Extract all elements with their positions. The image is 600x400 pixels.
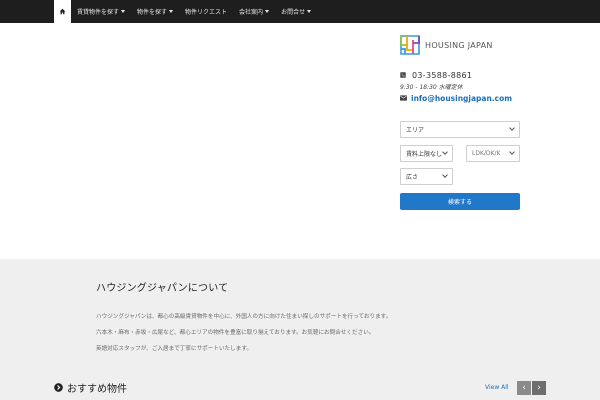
about-line: 英語対応スタッフが、ご入居まで丁寧にサポートいたします。: [96, 346, 252, 352]
caret-down-icon: [121, 10, 126, 13]
nav-menu: 賃貸物件を探す 物件を探す 物件リクエスト 会社案内 お問合せ: [71, 0, 317, 23]
chevron-circle-right-icon: [54, 383, 63, 392]
chevron-down-icon: [509, 149, 515, 155]
nav-item-label: 物件を探す: [137, 9, 168, 16]
chevron-down-icon: [442, 172, 448, 178]
chevron-down-icon: [509, 125, 515, 131]
logo-text: HOUSING JAPAN: [425, 40, 493, 50]
caret-down-icon: [307, 10, 312, 13]
carousel-next-button[interactable]: ›: [532, 381, 546, 395]
featured-title: おすすめ物件: [67, 384, 127, 395]
area-select-value: エリア: [406, 127, 425, 134]
nav-item-rent[interactable]: 賃貸物件を探す: [71, 0, 131, 23]
about-title: ハウジングジャパンについて: [96, 283, 229, 294]
phone-icon: [400, 72, 406, 78]
about-section: ハウジングジャパンについて ハウジングジャパンは、都心の高級賃貸物件を中心に、外…: [0, 259, 600, 400]
about-body: ハウジングジャパンは、都心の高級賃貸物件を中心に、外国人の方に向けた住まい探しの…: [96, 309, 516, 357]
nav-item-label: 賃貸物件を探す: [77, 9, 120, 16]
nav-home-button[interactable]: [54, 0, 71, 23]
size-select[interactable]: 広さ: [400, 168, 453, 185]
top-navbar: 賃貸物件を探す 物件を探す 物件リクエスト 会社案内 お問合せ: [0, 0, 600, 23]
business-hours: 9:30 - 18:30 水曜定休: [400, 84, 463, 91]
nav-item-label: お問合せ: [281, 9, 306, 16]
search-button-label: 検索する: [447, 199, 472, 206]
view-all-link[interactable]: View All: [485, 384, 509, 391]
carousel-prev-button[interactable]: ‹: [517, 381, 531, 395]
nav-item-label: 会社案内: [239, 9, 264, 16]
site-logo[interactable]: HOUSING JAPAN: [400, 35, 493, 55]
logo-mark-icon: [400, 35, 420, 55]
phone-row: 03-3588-8861: [400, 70, 550, 80]
caret-down-icon: [265, 10, 270, 13]
caret-down-icon: [169, 10, 174, 13]
layout-select[interactable]: LDK/DK/K: [466, 145, 520, 162]
email-link[interactable]: info@housingjapan.com: [411, 94, 512, 103]
nav-item-buy[interactable]: 物件を探す: [131, 0, 179, 23]
search-button[interactable]: 検索する: [400, 193, 520, 210]
about-line: ハウジングジャパンは、都心の高級賃貸物件を中心に、外国人の方に向けた住まい探しの…: [96, 314, 392, 320]
contact-info: 03-3588-8861 9:30 - 18:30 水曜定休 info@hous…: [400, 70, 550, 103]
rent-select[interactable]: 賃料上限なし: [400, 145, 453, 162]
nav-item-contact[interactable]: お問合せ: [275, 0, 317, 23]
envelope-icon: [400, 95, 407, 101]
chevron-down-icon: [442, 149, 448, 155]
chevron-right-icon: ›: [537, 382, 541, 393]
chevron-left-icon: ‹: [522, 382, 526, 393]
nav-item-label: 物件リクエスト: [185, 9, 228, 16]
phone-number[interactable]: 03-3588-8861: [412, 71, 472, 80]
about-line: 六本木・麻布・赤坂・広尾など、都心エリアの物件を豊富に取り揃えております。お気軽…: [96, 330, 375, 336]
email-row: info@housingjapan.com: [400, 93, 550, 103]
area-select[interactable]: エリア: [400, 121, 520, 138]
nav-item-request[interactable]: 物件リクエスト: [179, 0, 233, 23]
nav-item-company[interactable]: 会社案内: [233, 0, 275, 23]
featured-header: おすすめ物件: [54, 380, 127, 395]
layout-select-value: LDK/DK/K: [472, 150, 501, 157]
rent-select-value: 賃料上限なし: [406, 151, 443, 158]
size-select-value: 広さ: [406, 174, 419, 181]
home-icon: [59, 8, 66, 15]
